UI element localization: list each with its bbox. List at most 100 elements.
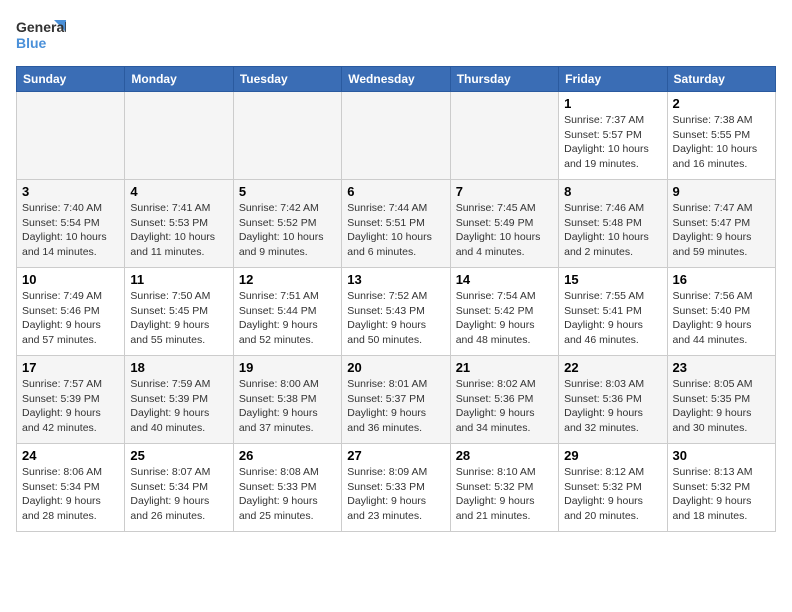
day-info: Sunrise: 8:10 AMSunset: 5:32 PMDaylight:… (456, 465, 553, 524)
calendar-cell: 11 Sunrise: 7:50 AMSunset: 5:45 PMDayligh… (125, 268, 233, 356)
day-number: 11 (130, 272, 227, 287)
weekday-header-sunday: Sunday (17, 67, 125, 92)
calendar-cell: 7Sunrise: 7:45 AMSunset: 5:49 PMDaylight… (450, 180, 558, 268)
weekday-header-saturday: Saturday (667, 67, 775, 92)
day-number: 28 (456, 448, 553, 463)
day-info: Sunrise: 7:47 AMSunset: 5:47 PMDaylight:… (673, 201, 770, 260)
weekday-header-tuesday: Tuesday (233, 67, 341, 92)
weekday-header-monday: Monday (125, 67, 233, 92)
day-info: Sunrise: 7:56 AMSunset: 5:40 PMDaylight:… (673, 289, 770, 348)
day-number: 1 (564, 96, 661, 111)
calendar-cell: 30 Sunrise: 8:13 AMSunset: 5:32 PMDayligh… (667, 444, 775, 532)
day-number: 3 (22, 184, 119, 199)
calendar-cell: 18 Sunrise: 7:59 AMSunset: 5:39 PMDayligh… (125, 356, 233, 444)
day-number: 6 (347, 184, 444, 199)
calendar-cell (450, 92, 558, 180)
calendar-cell: 24 Sunrise: 8:06 AMSunset: 5:34 PMDayligh… (17, 444, 125, 532)
day-info: Sunrise: 7:42 AMSunset: 5:52 PMDaylight:… (239, 201, 336, 260)
day-info: Sunrise: 8:09 AMSunset: 5:33 PMDaylight:… (347, 465, 444, 524)
calendar-week-row: 10 Sunrise: 7:49 AMSunset: 5:46 PMDayligh… (17, 268, 776, 356)
day-info: Sunrise: 7:57 AMSunset: 5:39 PMDaylight:… (22, 377, 119, 436)
calendar-cell: 4 Sunrise: 7:41 AMSunset: 5:53 PMDaylight… (125, 180, 233, 268)
calendar-cell: 10 Sunrise: 7:49 AMSunset: 5:46 PMDayligh… (17, 268, 125, 356)
calendar-week-row: 3 Sunrise: 7:40 AMSunset: 5:54 PMDaylight… (17, 180, 776, 268)
day-info: Sunrise: 7:54 AMSunset: 5:42 PMDaylight:… (456, 289, 553, 348)
day-info: Sunrise: 7:46 AMSunset: 5:48 PMDaylight:… (564, 201, 661, 260)
calendar-cell: 3 Sunrise: 7:40 AMSunset: 5:54 PMDaylight… (17, 180, 125, 268)
svg-text:General: General (16, 19, 66, 35)
calendar-cell: 19 Sunrise: 8:00 AMSunset: 5:38 PMDayligh… (233, 356, 341, 444)
day-number: 5 (239, 184, 336, 199)
calendar-cell: 2Sunrise: 7:38 AMSunset: 5:55 PMDaylight… (667, 92, 775, 180)
day-info: Sunrise: 8:08 AMSunset: 5:33 PMDaylight:… (239, 465, 336, 524)
day-info: Sunrise: 8:12 AMSunset: 5:32 PMDaylight:… (564, 465, 661, 524)
day-info: Sunrise: 7:51 AMSunset: 5:44 PMDaylight:… (239, 289, 336, 348)
day-info: Sunrise: 7:37 AMSunset: 5:57 PMDaylight:… (564, 113, 661, 172)
day-info: Sunrise: 7:59 AMSunset: 5:39 PMDaylight:… (130, 377, 227, 436)
day-info: Sunrise: 7:45 AMSunset: 5:49 PMDaylight:… (456, 201, 553, 260)
calendar-cell: 25Sunrise: 8:07 AMSunset: 5:34 PMDayligh… (125, 444, 233, 532)
calendar-week-row: 17 Sunrise: 7:57 AMSunset: 5:39 PMDayligh… (17, 356, 776, 444)
day-number: 23 (673, 360, 770, 375)
day-info: Sunrise: 7:52 AMSunset: 5:43 PMDaylight:… (347, 289, 444, 348)
calendar-cell (125, 92, 233, 180)
calendar-cell: 1 Sunrise: 7:37 AMSunset: 5:57 PMDaylight… (559, 92, 667, 180)
calendar-table: SundayMondayTuesdayWednesdayThursdayFrid… (16, 66, 776, 532)
calendar-cell: 28 Sunrise: 8:10 AMSunset: 5:32 PMDayligh… (450, 444, 558, 532)
day-number: 20 (347, 360, 444, 375)
day-number: 13 (347, 272, 444, 287)
calendar-cell: 21 Sunrise: 8:02 AMSunset: 5:36 PMDayligh… (450, 356, 558, 444)
day-info: Sunrise: 7:50 AMSunset: 5:45 PMDaylight:… (130, 289, 227, 348)
calendar-cell: 26 Sunrise: 8:08 AMSunset: 5:33 PMDayligh… (233, 444, 341, 532)
day-info: Sunrise: 7:41 AMSunset: 5:53 PMDaylight:… (130, 201, 227, 260)
calendar-cell: 23 Sunrise: 8:05 AMSunset: 5:35 PMDayligh… (667, 356, 775, 444)
calendar-cell: 12 Sunrise: 7:51 AMSunset: 5:44 PMDayligh… (233, 268, 341, 356)
day-info: Sunrise: 8:05 AMSunset: 5:35 PMDaylight:… (673, 377, 770, 436)
day-number: 2 (673, 96, 770, 111)
calendar-week-row: 24 Sunrise: 8:06 AMSunset: 5:34 PMDayligh… (17, 444, 776, 532)
day-number: 10 (22, 272, 119, 287)
calendar-week-row: 1 Sunrise: 7:37 AMSunset: 5:57 PMDaylight… (17, 92, 776, 180)
day-info: Sunrise: 7:44 AMSunset: 5:51 PMDaylight:… (347, 201, 444, 260)
day-number: 14 (456, 272, 553, 287)
calendar-cell: 14 Sunrise: 7:54 AMSunset: 5:42 PMDayligh… (450, 268, 558, 356)
day-number: 26 (239, 448, 336, 463)
calendar-cell: 20 Sunrise: 8:01 AMSunset: 5:37 PMDayligh… (342, 356, 450, 444)
calendar-cell: 6 Sunrise: 7:44 AMSunset: 5:51 PMDaylight… (342, 180, 450, 268)
svg-text:Blue: Blue (16, 35, 47, 51)
calendar-cell (233, 92, 341, 180)
day-number: 4 (130, 184, 227, 199)
calendar-cell (342, 92, 450, 180)
day-number: 15 (564, 272, 661, 287)
day-number: 22 (564, 360, 661, 375)
day-info: Sunrise: 8:00 AMSunset: 5:38 PMDaylight:… (239, 377, 336, 436)
day-info: Sunrise: 8:06 AMSunset: 5:34 PMDaylight:… (22, 465, 119, 524)
day-info: Sunrise: 7:40 AMSunset: 5:54 PMDaylight:… (22, 201, 119, 260)
calendar-cell: 15 Sunrise: 7:55 AMSunset: 5:41 PMDayligh… (559, 268, 667, 356)
day-info: Sunrise: 7:55 AMSunset: 5:41 PMDaylight:… (564, 289, 661, 348)
logo: GeneralBlue (16, 16, 66, 56)
weekday-header-wednesday: Wednesday (342, 67, 450, 92)
day-number: 29 (564, 448, 661, 463)
day-number: 24 (22, 448, 119, 463)
weekday-header-row: SundayMondayTuesdayWednesdayThursdayFrid… (17, 67, 776, 92)
day-number: 17 (22, 360, 119, 375)
day-number: 21 (456, 360, 553, 375)
day-info: Sunrise: 8:03 AMSunset: 5:36 PMDaylight:… (564, 377, 661, 436)
calendar-cell: 16Sunrise: 7:56 AMSunset: 5:40 PMDayligh… (667, 268, 775, 356)
day-info: Sunrise: 8:13 AMSunset: 5:32 PMDaylight:… (673, 465, 770, 524)
calendar-cell: 13 Sunrise: 7:52 AMSunset: 5:43 PMDayligh… (342, 268, 450, 356)
day-info: Sunrise: 8:01 AMSunset: 5:37 PMDaylight:… (347, 377, 444, 436)
day-number: 18 (130, 360, 227, 375)
day-number: 12 (239, 272, 336, 287)
day-info: Sunrise: 7:49 AMSunset: 5:46 PMDaylight:… (22, 289, 119, 348)
calendar-cell (17, 92, 125, 180)
day-number: 30 (673, 448, 770, 463)
calendar-cell: 8Sunrise: 7:46 AMSunset: 5:48 PMDaylight… (559, 180, 667, 268)
page-header: GeneralBlue (16, 16, 776, 56)
day-info: Sunrise: 8:07 AMSunset: 5:34 PMDaylight:… (130, 465, 227, 524)
day-info: Sunrise: 8:02 AMSunset: 5:36 PMDaylight:… (456, 377, 553, 436)
calendar-cell: 17 Sunrise: 7:57 AMSunset: 5:39 PMDayligh… (17, 356, 125, 444)
day-number: 19 (239, 360, 336, 375)
calendar-cell: 27Sunrise: 8:09 AMSunset: 5:33 PMDayligh… (342, 444, 450, 532)
